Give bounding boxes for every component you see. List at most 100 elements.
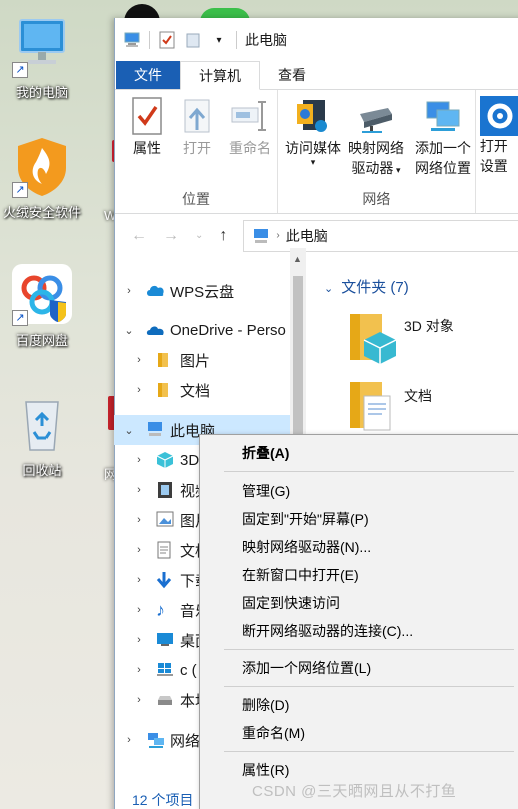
properties-button[interactable]: 属性 [123, 96, 171, 158]
nav-item-onedrive-documents[interactable]: › 文档 [132, 375, 210, 405]
tab-view[interactable]: 查看 [260, 61, 324, 89]
cloud-icon [146, 282, 164, 300]
shortcut-arrow-icon: ↗ [12, 62, 28, 78]
chevron-right-icon: › [137, 354, 141, 366]
menu-item-delete[interactable]: 删除(D) [242, 694, 289, 716]
folder-item-documents-icon[interactable] [346, 378, 402, 434]
menu-item-add-network-location[interactable]: 添加一个网络位置(L) [242, 657, 371, 679]
computer-small-icon [254, 228, 269, 243]
tab-file[interactable]: 文件 [116, 61, 180, 89]
desktop-icon [156, 631, 174, 649]
open-settings-button[interactable]: 打开 设置 [479, 96, 518, 176]
chevron-right-icon: › [137, 694, 141, 706]
ribbon-group-system: 打开 设置 [476, 90, 518, 213]
desktop-icon-baidu-netdisk[interactable]: ↗ 百度网盘 [0, 262, 90, 349]
ribbon-group-label: 网络 [362, 191, 391, 207]
watermark: CSDN @三天晒网且从不打鱼 [252, 783, 457, 800]
desktop-icon-label: 回收站 [22, 463, 62, 478]
documents-folder-icon [350, 382, 391, 431]
nav-item-onedrive-pictures[interactable]: › 图片 [132, 345, 210, 375]
windows-drive-icon [156, 661, 174, 679]
nav-item-wps-cloud[interactable]: › WPS云盘 [122, 276, 234, 306]
desktop-icon-label: 火绒安全软件 [2, 205, 81, 220]
nav-item-network[interactable]: › 网络 [122, 725, 200, 755]
map-network-drive-button[interactable]: 映射网络 驱动器 ▾ [344, 96, 408, 180]
properties-quick-icon[interactable] [158, 31, 176, 49]
menu-item-map-network-drive[interactable]: 映射网络驱动器(N)... [242, 536, 371, 558]
desktop-icon-huorong[interactable]: ↗ 火绒安全软件 [0, 134, 90, 221]
status-bar-item-count: 12 个项目 [132, 792, 194, 808]
menu-separator [224, 686, 514, 687]
menu-item-rename[interactable]: 重命名(M) [242, 722, 305, 744]
chevron-right-icon: › [137, 544, 141, 556]
folder-item-label[interactable]: 文档 [404, 386, 432, 406]
chevron-right-icon: › [137, 664, 141, 676]
scrollbar-thumb[interactable] [293, 276, 303, 436]
access-media-button[interactable]: 访问媒体 ▾ [282, 96, 344, 167]
recycle-bin-icon [25, 401, 59, 451]
recent-locations-chevron-icon[interactable]: ⌄ [195, 230, 203, 241]
chevron-down-icon: ⌄ [124, 424, 134, 437]
chevron-down-icon: ▾ [393, 165, 401, 175]
hard-drive-icon [156, 691, 174, 709]
new-folder-quick-icon[interactable] [184, 31, 202, 49]
picture-icon [156, 511, 174, 529]
menu-item-properties[interactable]: 属性(R) [242, 759, 289, 781]
menu-item-manage[interactable]: 管理(G) [242, 480, 290, 502]
chevron-right-icon: › [137, 484, 141, 496]
chevron-right-icon: › [137, 634, 141, 646]
gear-icon [479, 96, 518, 136]
folder-item-3d-objects-icon[interactable] [346, 310, 402, 366]
folder-item-label[interactable]: 3D 对象 [404, 316, 454, 336]
menu-item-pin-to-start[interactable]: 固定到"开始"屏幕(P) [242, 508, 369, 530]
network-icon [146, 731, 164, 749]
add-network-location-button[interactable]: 添加一个 网络位置 [408, 96, 478, 178]
rename-button[interactable]: 重命名 [219, 96, 281, 158]
folder-icon [156, 351, 174, 369]
nav-item-onedrive[interactable]: ⌄ OneDrive - Perso [122, 315, 285, 345]
rename-icon [230, 96, 270, 136]
breadcrumb-chevron-icon: › [276, 230, 280, 241]
open-button[interactable]: 打开 [173, 96, 221, 158]
chevron-right-icon: › [127, 285, 131, 297]
window-title: 此电脑 [245, 32, 287, 48]
desktop-icon-recycle-bin[interactable]: 回收站 [0, 392, 90, 479]
nav-item-3d-objects[interactable]: › 3D [132, 445, 199, 475]
ribbon-group-network: 访问媒体 ▾ 映射网络 驱动器 ▾ 添加一个 网络位置 网络 [278, 90, 476, 213]
shortcut-arrow-icon: ↗ [12, 310, 28, 326]
menu-item-pin-quick-access[interactable]: 固定到快速访问 [242, 592, 340, 614]
up-arrow-icon[interactable]: ↑ [219, 227, 227, 245]
chevron-down-icon: ⌄ [124, 324, 134, 337]
address-bar[interactable]: › 此电脑 [243, 219, 518, 252]
chevron-right-icon: › [137, 574, 141, 586]
chevron-right-icon: › [127, 734, 131, 746]
chevron-right-icon: › [137, 604, 141, 616]
scroll-up-arrow-icon[interactable]: ▲ [293, 254, 302, 264]
computer-small-icon [146, 421, 164, 439]
chevron-down-icon: ⌄ [324, 283, 334, 295]
ribbon-group-label: 位置 [181, 191, 210, 207]
folder-icon [156, 381, 174, 399]
back-arrow-icon[interactable]: ← [131, 227, 147, 245]
menu-separator [224, 649, 514, 650]
customize-quick-access-dropdown-icon[interactable]: ▾ [210, 31, 228, 49]
menu-item-disconnect-network-drive[interactable]: 断开网络驱动器的连接(C)... [242, 620, 413, 642]
desktop-icon-label: 百度网盘 [15, 333, 68, 348]
context-menu: 折叠(A) 管理(G) 固定到"开始"屏幕(P) 映射网络驱动器(N)... 在… [199, 434, 518, 809]
menu-item-open-new-window[interactable]: 在新窗口中打开(E) [242, 564, 359, 586]
nav-item-drive-c[interactable]: › c ( [132, 655, 197, 685]
download-arrow-icon [156, 571, 174, 589]
title-bar: ▾ 此电脑 [115, 18, 518, 62]
desktop-icon-my-computer[interactable]: ↗ 我的电脑 [0, 14, 90, 101]
menu-item-collapse[interactable]: 折叠(A) [242, 442, 289, 464]
menu-separator [224, 751, 514, 752]
chevron-right-icon: › [137, 514, 141, 526]
section-header-folders[interactable]: ⌄ 文件夹 (7) [324, 276, 409, 297]
shortcut-arrow-icon: ↗ [12, 182, 28, 198]
forward-arrow-icon[interactable]: → [163, 227, 179, 245]
computer-small-icon [123, 31, 141, 49]
music-note-icon: ♪ [156, 600, 165, 620]
onedrive-cloud-icon [146, 321, 164, 339]
ribbon-group-location: 属性 打开 重命名 位置 [115, 90, 278, 213]
tab-computer[interactable]: 计算机 [180, 61, 260, 90]
